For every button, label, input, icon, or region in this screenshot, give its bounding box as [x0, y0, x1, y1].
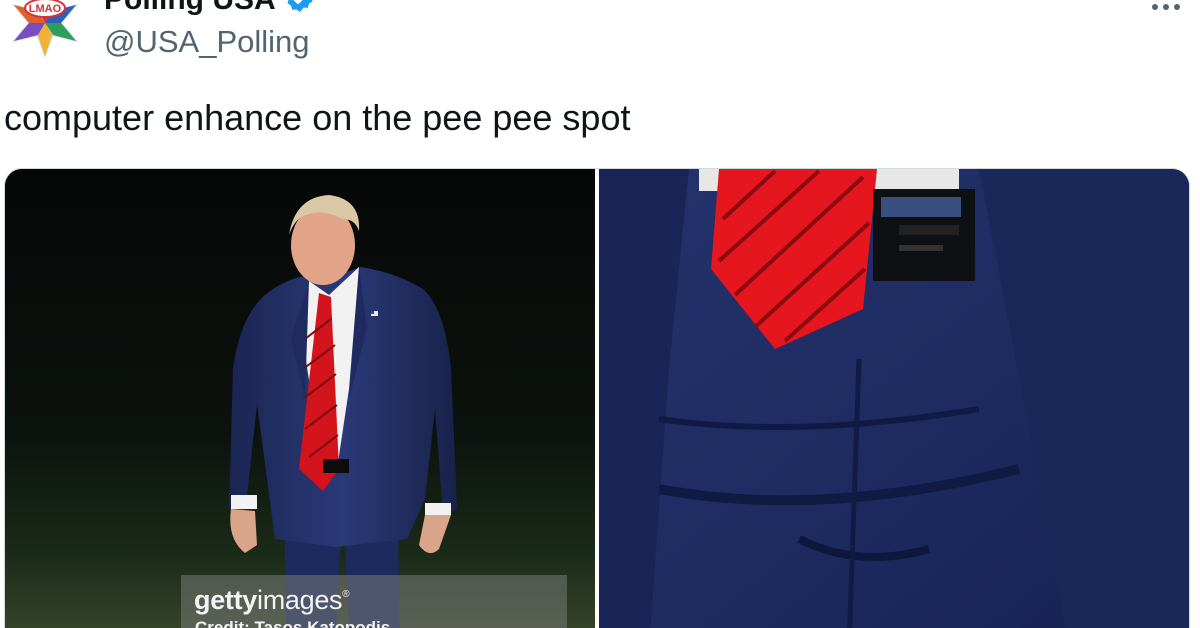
- media-grid: gettyimages® Credit: Tasos Katopodis: [4, 168, 1190, 628]
- verified-badge-icon: [284, 0, 316, 14]
- getty-logo: gettyimages®: [194, 585, 350, 615]
- getty-watermark: gettyimages® Credit: Tasos Katopodis: [181, 575, 567, 628]
- getty-brand-bold: getty: [194, 585, 258, 615]
- getty-brand-light: images: [257, 585, 343, 615]
- tweet-text: computer enhance on the pee pee spot: [4, 97, 631, 138]
- display-name-text: Polling USA: [104, 0, 276, 16]
- user-handle[interactable]: @USA_Polling: [104, 22, 310, 62]
- avatar[interactable]: LMAO: [8, 0, 82, 60]
- photo-credit: Credit: Tasos Katopodis: [195, 618, 391, 628]
- lmao-star-logo-icon: LMAO: [12, 0, 78, 58]
- display-name[interactable]: Polling USA: [104, 0, 316, 20]
- photo-full-figure[interactable]: gettyimages® Credit: Tasos Katopodis: [5, 169, 595, 628]
- photo-full-figure-illustration: [5, 169, 595, 628]
- tweet-card: LMAO Polling USA @USA_Polling computer e…: [0, 0, 1200, 628]
- photo-zoomed-crop-illustration: [599, 169, 1189, 628]
- svg-text:LMAO: LMAO: [29, 3, 62, 15]
- photo-zoomed-crop[interactable]: [599, 169, 1189, 628]
- more-options-icon[interactable]: [1152, 0, 1186, 10]
